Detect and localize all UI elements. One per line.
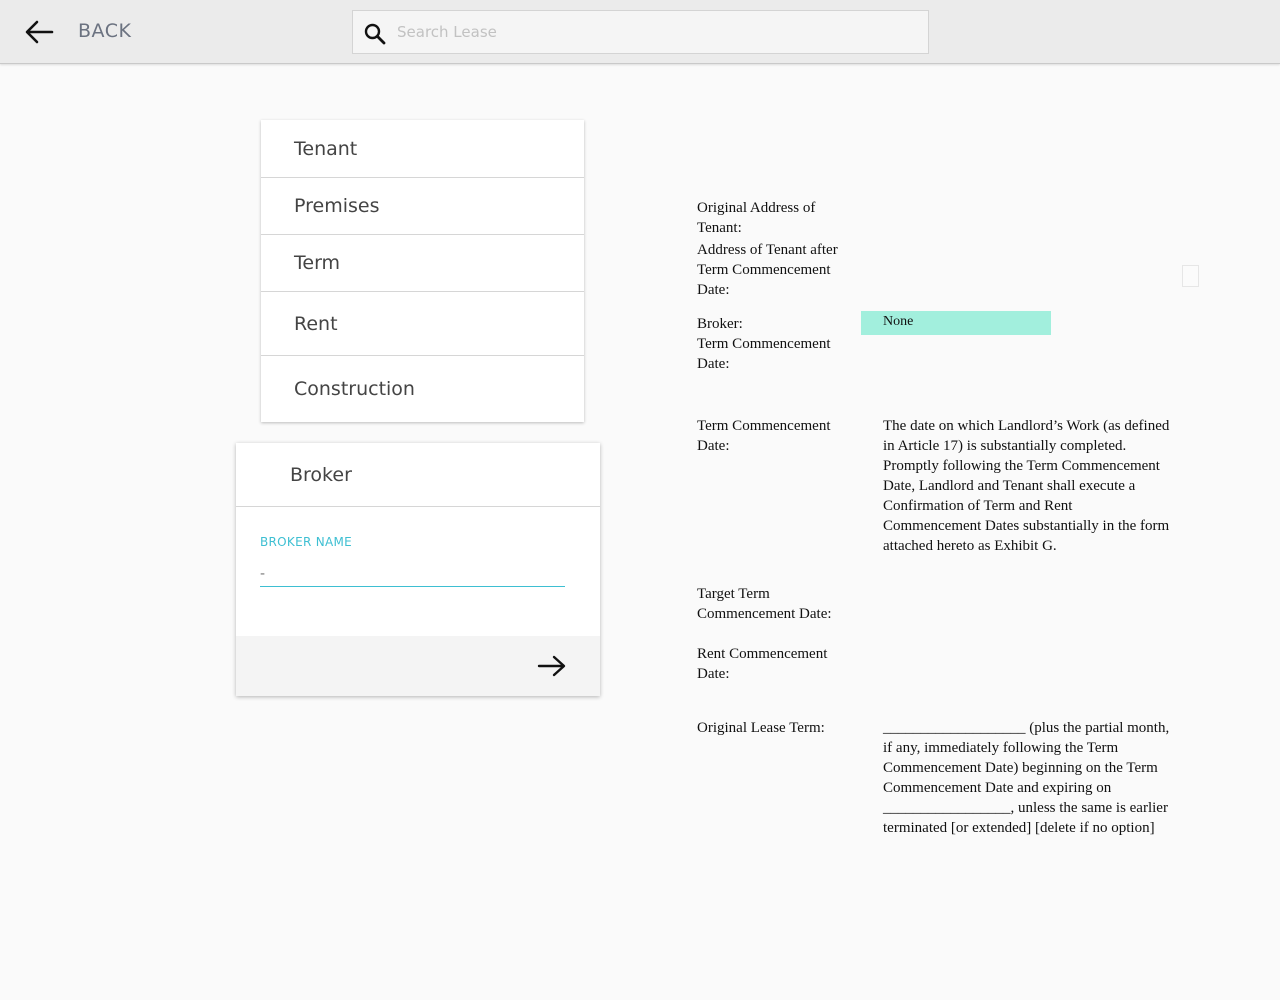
term-commencement-label: Term Commencement Date: <box>697 418 831 454</box>
original-address-label: Original Address of Tenant: <box>697 200 816 236</box>
top-app-bar: BACK <box>0 0 1280 64</box>
rent-commencement-label: Rent Commencement Date: <box>697 646 828 682</box>
section-item-label: Tenant <box>294 137 358 160</box>
broker-label: Broker: <box>697 316 743 332</box>
section-item-construction[interactable]: Construction <box>261 356 584 422</box>
term-commencement-text: The date on which Landlord’s Work (as de… <box>883 418 1170 554</box>
target-term-label: Target Term Commencement Date: <box>697 586 832 622</box>
arrow-right-icon[interactable] <box>537 654 567 678</box>
search-bar[interactable] <box>352 10 929 54</box>
broker-name-input[interactable] <box>260 561 565 587</box>
section-item-term[interactable]: Term <box>261 235 584 292</box>
broker-card-title: Broker <box>236 443 600 507</box>
broker-name-label: BROKER NAME <box>260 535 353 549</box>
section-item-label: Premises <box>294 195 380 217</box>
section-item-label: Rent <box>294 312 338 335</box>
search-input[interactable] <box>397 11 917 53</box>
address-after-label: Address of Tenant after Term Commencemen… <box>697 242 838 298</box>
original-lease-term-label: Original Lease Term: <box>697 720 825 736</box>
original-lease-term-text: ___________________ (plus the partial mo… <box>883 720 1170 836</box>
search-icon <box>364 23 386 45</box>
term-commencement-label: Term Commencement Date: <box>697 336 831 372</box>
section-item-rent[interactable]: Rent <box>261 292 584 356</box>
placeholder-box <box>1182 265 1199 287</box>
broker-card-body: BROKER NAME <box>236 507 600 637</box>
section-item-premises[interactable]: Premises <box>261 178 584 235</box>
broker-card-footer <box>236 636 600 696</box>
section-nav-card: Tenant Premises Term Rent Construction <box>261 120 584 422</box>
section-item-tenant[interactable]: Tenant <box>261 120 584 178</box>
arrow-left-icon[interactable] <box>24 18 54 46</box>
broker-card: Broker BROKER NAME <box>236 443 600 696</box>
section-item-label: Construction <box>294 378 415 400</box>
broker-value-highlight: None <box>861 311 1051 335</box>
back-button[interactable]: BACK <box>78 20 131 42</box>
section-item-label: Term <box>294 252 341 274</box>
